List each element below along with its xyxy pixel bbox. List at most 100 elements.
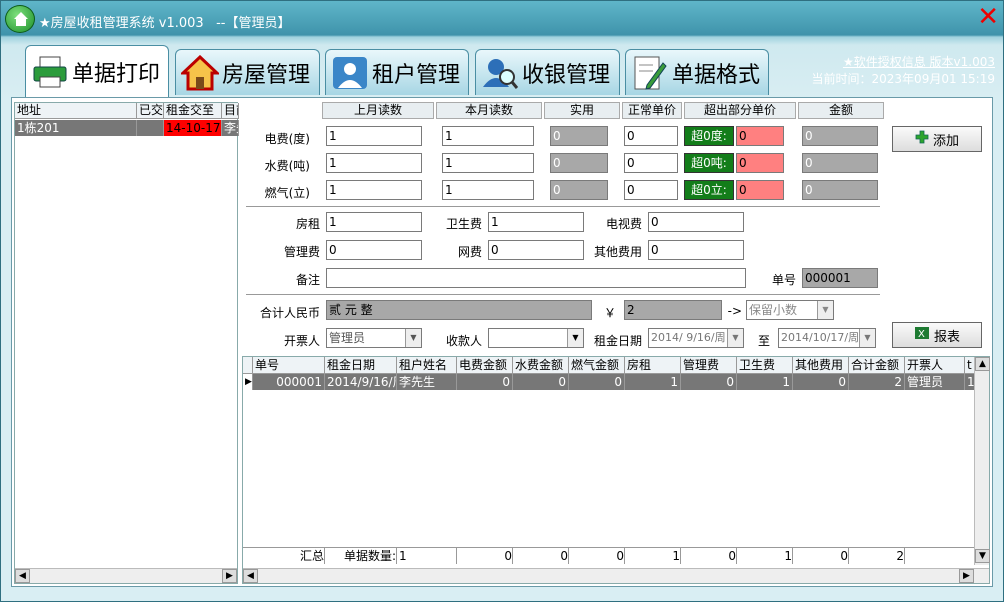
license-link[interactable]: ★软件授权信息 版本v1.003 xyxy=(843,55,995,69)
issuer-select[interactable]: 管理员 ▼ xyxy=(326,328,422,348)
gas-this-input[interactable]: 1 xyxy=(442,180,534,200)
table-row[interactable]: ▶ 000001 2014/9/16/周 李先生 0 0 0 1 0 1 0 2… xyxy=(243,374,975,390)
column-header[interactable]: 水费金额 xyxy=(513,357,569,373)
date-from-picker[interactable]: 2014/ 9/16/周 ▼ xyxy=(648,328,744,348)
cell-due-date: 14-10-17 xyxy=(164,120,222,136)
header-over-price: 超出部分单价 xyxy=(684,102,796,119)
cell-gas: 0 xyxy=(569,374,625,390)
rent-input[interactable]: 1 xyxy=(326,212,422,232)
scroll-left-icon[interactable]: ◀ xyxy=(15,569,30,583)
summary-total: 2 xyxy=(849,548,905,564)
water-price-input[interactable]: 0 xyxy=(624,153,678,173)
report-button[interactable]: X 报表 xyxy=(892,322,982,348)
summary-blank xyxy=(905,548,975,564)
column-header[interactable]: 其他费用 xyxy=(793,357,849,373)
water-amount-field: 0 xyxy=(802,153,878,173)
scroll-down-icon[interactable]: ▼ xyxy=(975,549,990,563)
horizontal-scrollbar[interactable]: ◀ ▶ xyxy=(243,568,989,583)
column-header[interactable]: 燃气金额 xyxy=(569,357,625,373)
tab-tenant[interactable]: 租户管理 xyxy=(325,49,469,95)
elec-price-input[interactable]: 0 xyxy=(624,126,678,146)
tab-format[interactable]: 单据格式 xyxy=(625,49,769,95)
bill-list-grid[interactable]: 单号 租金日期 租户姓名 电费金额 水费金额 燃气金额 房租 管理费 卫生费 其… xyxy=(242,356,990,584)
date-to-picker[interactable]: 2014/10/17/周 ▼ xyxy=(778,328,876,348)
cell-address: 1栋201 xyxy=(15,120,137,136)
chevron-down-icon[interactable]: ▼ xyxy=(727,329,743,347)
gas-price-input[interactable]: 0 xyxy=(624,180,678,200)
water-used-field: 0 xyxy=(550,153,608,173)
date-to-value: 2014/10/17/周 xyxy=(781,331,860,344)
column-header[interactable]: 目前 xyxy=(222,103,239,118)
header-this-reading: 本月读数 xyxy=(436,102,542,119)
chevron-down-icon[interactable]: ▼ xyxy=(567,329,583,347)
column-header[interactable]: 电费金额 xyxy=(457,357,513,373)
column-header[interactable]: 地址 xyxy=(15,103,137,118)
tab-print[interactable]: 单据打印 xyxy=(25,45,169,97)
rent-label: 房租 xyxy=(295,217,320,231)
table-row[interactable]: 1栋201 14-10-17 李先 xyxy=(15,120,239,136)
summary-other: 0 xyxy=(793,548,849,564)
scroll-right-icon[interactable]: ▶ xyxy=(222,569,237,583)
chevron-down-icon[interactable]: ▼ xyxy=(859,329,875,347)
divider xyxy=(246,206,880,207)
column-header[interactable]: 已交 xyxy=(137,103,164,118)
cell-bill-no: 000001 xyxy=(253,374,325,390)
rent-date-label: 租金日期 xyxy=(593,334,642,348)
decimal-select[interactable]: 保留小数 ▼ xyxy=(746,300,834,320)
add-button-label: 添加 xyxy=(932,133,959,149)
column-header[interactable]: 租户姓名 xyxy=(397,357,457,373)
to-label: 至 xyxy=(757,334,770,348)
cell-sanitation: 1 xyxy=(737,374,793,390)
column-header[interactable]: 单号 xyxy=(253,357,325,373)
report-button-label: 报表 xyxy=(933,329,960,345)
water-this-input[interactable]: 1 xyxy=(442,153,534,173)
gas-last-input[interactable]: 1 xyxy=(326,180,422,200)
tab-cashier[interactable]: 收银管理 xyxy=(475,49,620,95)
remark-input[interactable] xyxy=(326,268,746,288)
home-icon[interactable] xyxy=(5,5,35,33)
elec-last-input[interactable]: 1 xyxy=(326,126,422,146)
close-icon[interactable]: ✕ xyxy=(977,4,999,30)
mgmt-input[interactable]: 0 xyxy=(326,240,422,260)
column-header[interactable]: 租金交至 xyxy=(164,103,222,118)
column-header[interactable]: 租金日期 xyxy=(325,357,397,373)
vertical-scrollbar[interactable]: ▲ ▼ xyxy=(974,357,990,565)
bill-no-label: 单号 xyxy=(771,273,796,287)
scroll-right-icon[interactable]: ▶ xyxy=(959,569,974,583)
issuer-select-value: 管理员 xyxy=(329,331,366,345)
scroll-up-icon[interactable]: ▲ xyxy=(975,357,990,371)
tab-house[interactable]: 房屋管理 xyxy=(175,49,320,95)
payee-select[interactable]: ▼ xyxy=(488,328,584,348)
column-header[interactable]: 合计金额 xyxy=(849,357,905,373)
column-header[interactable]: 房租 xyxy=(625,357,681,373)
water-last-input[interactable]: 1 xyxy=(326,153,422,173)
grid-header: 单号 租金日期 租户姓名 电费金额 水费金额 燃气金额 房租 管理费 卫生费 其… xyxy=(243,357,975,374)
sanitation-input[interactable]: 1 xyxy=(488,212,584,232)
horizontal-scrollbar[interactable]: ◀ ▶ xyxy=(15,568,237,583)
column-header[interactable]: 卫生费 xyxy=(737,357,793,373)
decimal-select-value: 保留小数 xyxy=(749,303,798,317)
cell-mgmt: 0 xyxy=(681,374,737,390)
water-over-price-input[interactable]: 0 xyxy=(736,153,784,173)
add-button[interactable]: 添加 xyxy=(892,126,982,152)
scroll-left-icon[interactable]: ◀ xyxy=(243,569,258,583)
chevron-down-icon[interactable]: ▼ xyxy=(817,301,833,319)
print-panel: 地址 已交 租金交至 目前 1栋201 14-10-17 李先 ◀ ▶ 上月读数… xyxy=(11,97,993,587)
main-window: ★房屋收租管理系统 v1.003 --【管理员】 ✕ 单据打印 房屋管理 租户管… xyxy=(0,0,1004,602)
bill-form: 上月读数 本月读数 实用 正常单价 超出部分单价 金额 电费(度) 1 1 0 … xyxy=(242,102,884,348)
net-input[interactable]: 0 xyxy=(488,240,584,260)
elec-this-input[interactable]: 1 xyxy=(442,126,534,146)
excel-icon: X xyxy=(914,326,930,344)
column-header[interactable]: 开票人 xyxy=(905,357,965,373)
chevron-down-icon[interactable]: ▼ xyxy=(405,329,421,347)
tv-label: 电视费 xyxy=(605,217,642,231)
elec-used-field: 0 xyxy=(550,126,608,146)
header-last-reading: 上月读数 xyxy=(322,102,434,119)
column-header[interactable]: 管理费 xyxy=(681,357,737,373)
elec-over-price-input[interactable]: 0 xyxy=(736,126,784,146)
address-grid[interactable]: 地址 已交 租金交至 目前 1栋201 14-10-17 李先 ◀ ▶ xyxy=(14,102,239,584)
tv-input[interactable]: 0 xyxy=(648,212,744,232)
gas-over-price-input[interactable]: 0 xyxy=(736,180,784,200)
other-input[interactable]: 0 xyxy=(648,240,744,260)
total-rmb-field: 贰 元 整 xyxy=(326,300,592,320)
